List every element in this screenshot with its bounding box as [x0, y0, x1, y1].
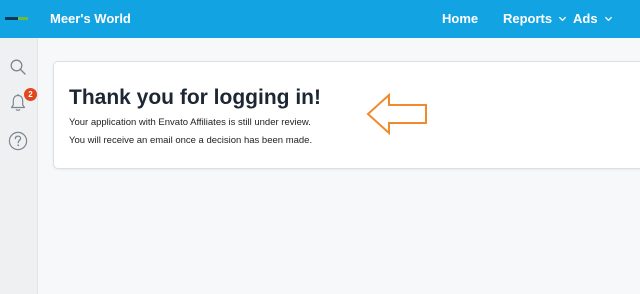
logo-mark-green	[18, 17, 28, 20]
logo-mark-dark	[5, 17, 18, 20]
login-status-card: Thank you for logging in! Your applicati…	[53, 61, 640, 169]
top-navigation-bar: Meer's World Home Reports Ads	[0, 0, 640, 38]
review-status-text: Your application with Envato Affiliates …	[69, 117, 311, 128]
nav-home-link[interactable]: Home	[442, 11, 478, 26]
nav-reports-label: Reports	[503, 11, 553, 26]
logo[interactable]	[5, 17, 29, 21]
chevron-down-icon	[604, 16, 612, 22]
card-title: Thank you for logging in!	[69, 86, 321, 109]
sidebar: 2	[0, 38, 38, 294]
nav-ads-label: Ads	[573, 11, 598, 26]
nav-ads-menu[interactable]: Ads	[573, 11, 613, 26]
arrow-left-icon	[366, 93, 427, 135]
notification-badge: 2	[24, 88, 37, 101]
help-icon[interactable]	[8, 131, 28, 151]
chevron-down-icon	[559, 16, 567, 22]
brand-title[interactable]: Meer's World	[50, 11, 131, 26]
search-icon[interactable]	[9, 58, 27, 76]
email-notice-text: You will receive an email once a decisio…	[69, 135, 313, 146]
nav-reports-menu[interactable]: Reports	[503, 11, 567, 26]
